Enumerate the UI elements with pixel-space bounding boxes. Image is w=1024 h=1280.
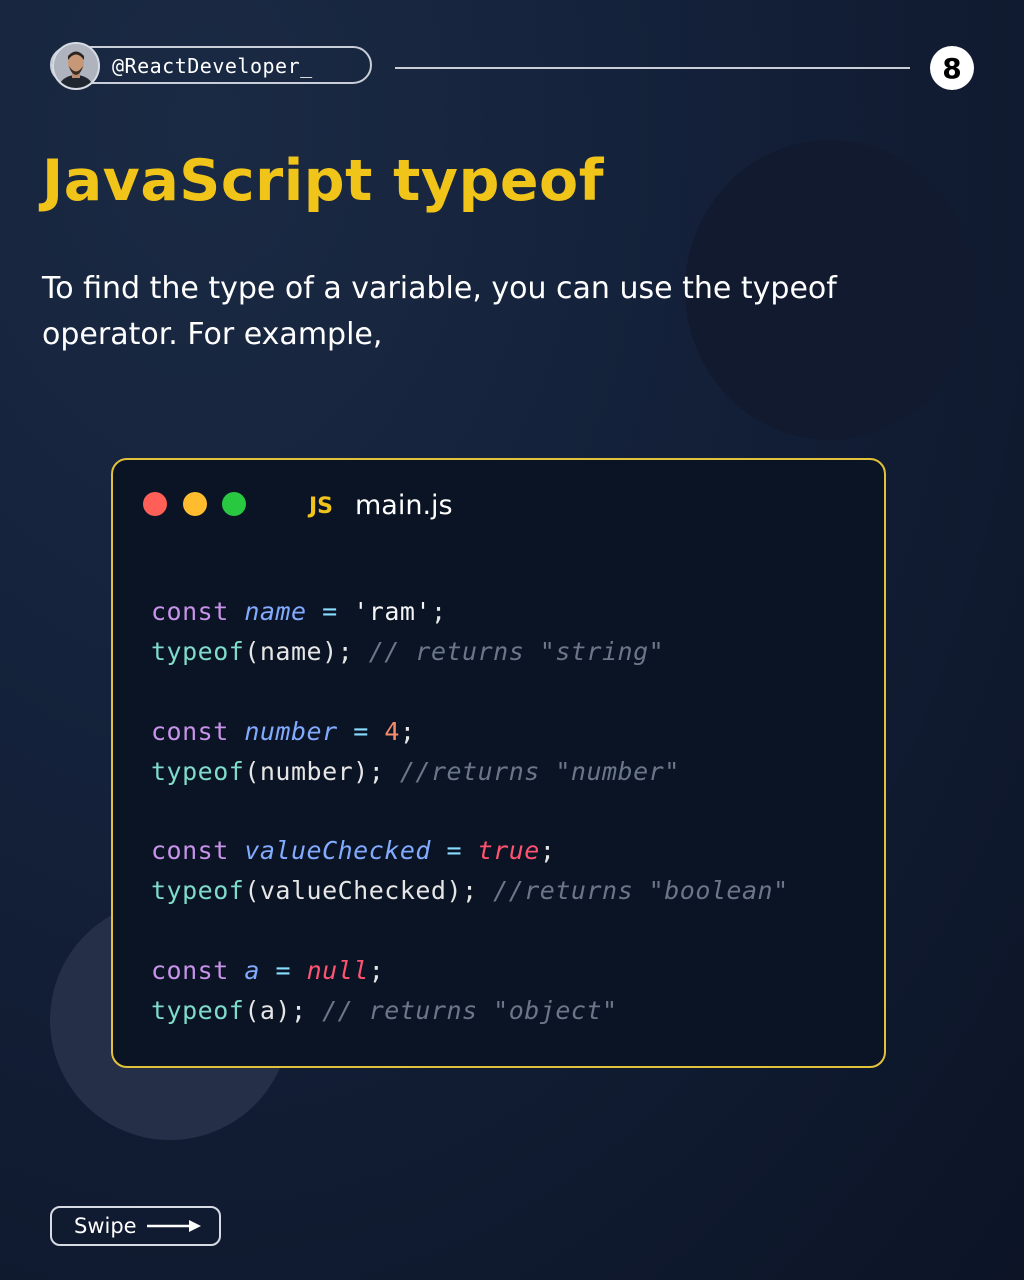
profile-handle[interactable]: @ReactDeveloper_	[112, 54, 313, 78]
semicolon: ;	[539, 836, 556, 865]
intro-text: To find the type of a variable, you can …	[42, 271, 837, 352]
maximize-dot-icon	[222, 492, 246, 516]
code-comment: //returns "number"	[399, 756, 680, 786]
page-number-badge: 8	[930, 46, 974, 90]
function-name: typeof	[151, 876, 245, 905]
function-args: (valueChecked);	[244, 876, 478, 905]
code-line: const number = 4;	[151, 712, 881, 752]
code-line: typeof(number); //returns "number"	[151, 752, 881, 792]
number-value: 4	[384, 716, 400, 746]
code-comment: //returns "boolean"	[493, 876, 789, 905]
close-dot-icon	[143, 492, 167, 516]
code-line: typeof(a); // returns "object"	[151, 991, 881, 1031]
code-block: const name = 'ram'; typeof(name); // ret…	[151, 592, 881, 1031]
function-args: (name);	[244, 637, 354, 666]
user-avatar-icon	[54, 44, 98, 88]
boolean-value: true	[477, 836, 540, 865]
variable-name: valueChecked	[244, 836, 431, 865]
javascript-icon: JS	[309, 494, 334, 519]
code-comment: // returns "object"	[322, 995, 618, 1025]
page-title: JavaScript typeof	[42, 148, 604, 214]
code-line: typeof(name); // returns "string"	[151, 632, 881, 672]
function-name: typeof	[151, 995, 245, 1025]
code-line: const a = null;	[151, 951, 881, 991]
code-window: JS main.js const name = 'ram'; typeof(na…	[111, 458, 886, 1068]
variable-name: number	[244, 716, 338, 746]
swipe-label: Swipe	[74, 1214, 137, 1238]
code-line: const valueChecked = true;	[151, 831, 881, 871]
string-value: 'ram'	[353, 597, 431, 626]
keyword: const	[151, 597, 229, 626]
avatar[interactable]	[52, 42, 100, 90]
code-line: typeof(valueChecked); //returns "boolean…	[151, 871, 881, 911]
operator: =	[322, 597, 338, 626]
semicolon: ;	[399, 716, 416, 746]
function-name: typeof	[151, 637, 245, 666]
null-value: null	[306, 955, 369, 985]
function-args: (a);	[244, 995, 307, 1025]
keyword: const	[151, 836, 229, 865]
keyword: const	[151, 716, 229, 746]
header-divider	[395, 67, 910, 69]
code-line: const name = 'ram';	[151, 592, 881, 632]
function-args: (number);	[244, 756, 385, 786]
variable-name: name	[244, 597, 307, 626]
semicolon: ;	[368, 955, 385, 985]
function-name: typeof	[151, 756, 245, 786]
keyword: const	[151, 955, 229, 985]
semicolon: ;	[431, 597, 447, 626]
arrow-right-icon	[146, 1220, 201, 1232]
variable-name: a	[244, 955, 260, 985]
operator: =	[275, 955, 292, 985]
minimize-dot-icon	[183, 492, 207, 516]
operator: =	[446, 836, 463, 865]
code-comment: // returns "string"	[368, 637, 665, 666]
operator: =	[353, 716, 369, 746]
swipe-button[interactable]: Swipe	[50, 1206, 221, 1246]
filename: main.js	[355, 490, 453, 521]
